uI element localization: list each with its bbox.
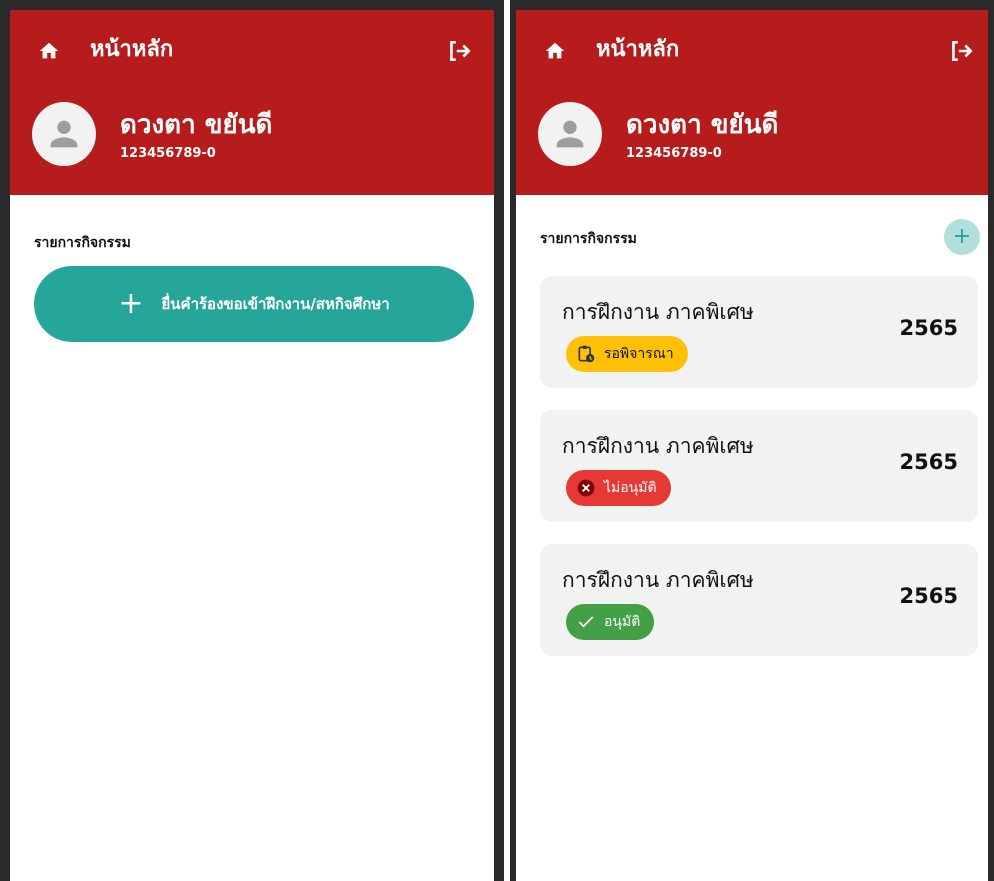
top-bar: หน้าหลัก <box>544 36 974 66</box>
activity-year: 2565 <box>899 450 958 474</box>
home-icon[interactable] <box>38 40 60 62</box>
user-name: ดวงตา ขยันดี <box>626 110 779 140</box>
status-label: อนุมัติ <box>604 614 641 630</box>
activity-list-title: รายการกิจกรรม <box>34 235 131 251</box>
avatar <box>32 102 96 166</box>
top-bar: หน้าหลัก <box>38 36 472 66</box>
user-id: 123456789-0 <box>120 146 216 161</box>
page-title: หน้าหลัก <box>90 37 174 62</box>
plus-icon: + <box>952 224 972 249</box>
check-icon <box>578 616 594 628</box>
activity-card[interactable]: การฝึกงาน ภาคพิเศษ 2565 อนุมัติ <box>540 544 978 656</box>
activity-title: การฝึกงาน ภาคพิเศษ <box>562 568 754 592</box>
activity-year: 2565 <box>899 584 958 608</box>
activity-title: การฝึกงาน ภาคพิเศษ <box>562 434 754 458</box>
status-label: ไม่อนุมัติ <box>604 480 657 496</box>
status-badge: รอพิจารณา <box>566 336 688 372</box>
status-label: รอพิจารณา <box>604 346 674 362</box>
person-icon <box>50 120 78 148</box>
person-icon <box>556 120 584 148</box>
clipboard-clock-icon <box>578 345 595 363</box>
status-badge: ไม่อนุมัติ <box>566 470 671 506</box>
activity-year: 2565 <box>899 316 958 340</box>
app-header: หน้าหลัก ดวงตา ขยันดี 123456789-0 <box>516 10 988 195</box>
logout-icon[interactable] <box>446 38 472 64</box>
left-screen: หน้าหลัก ดวงตา ขยันดี 123456789-0 รายการ… <box>0 0 504 881</box>
add-request-button[interactable]: + ยื่นคำร้องขอเข้าฝึกงาน/สหกิจศึกษา <box>34 266 474 342</box>
activity-card[interactable]: การฝึกงาน ภาคพิเศษ 2565 ไม่อนุมัติ <box>540 410 978 522</box>
user-name: ดวงตา ขยันดี <box>120 110 273 140</box>
plus-icon: + <box>118 286 144 321</box>
user-id: 123456789-0 <box>626 146 722 161</box>
status-badge: อนุมัติ <box>566 604 655 640</box>
add-request-label: ยื่นคำร้องขอเข้าฝึกงาน/สหกิจศึกษา <box>161 295 390 313</box>
activity-card[interactable]: การฝึกงาน ภาคพิเศษ 2565 รอพิจารณา <box>540 276 978 388</box>
right-screen: หน้าหลัก ดวงตา ขยันดี 123456789-0 รายการ… <box>510 0 994 881</box>
logout-icon[interactable] <box>948 38 974 64</box>
home-icon[interactable] <box>544 40 566 62</box>
avatar <box>538 102 602 166</box>
add-activity-button[interactable]: + <box>944 219 980 255</box>
activity-list-title: รายการกิจกรรม <box>540 231 637 247</box>
cancel-circle-icon <box>577 479 595 497</box>
app-header: หน้าหลัก ดวงตา ขยันดี 123456789-0 <box>10 10 494 195</box>
activity-title: การฝึกงาน ภาคพิเศษ <box>562 300 754 324</box>
page-title: หน้าหลัก <box>596 37 680 62</box>
